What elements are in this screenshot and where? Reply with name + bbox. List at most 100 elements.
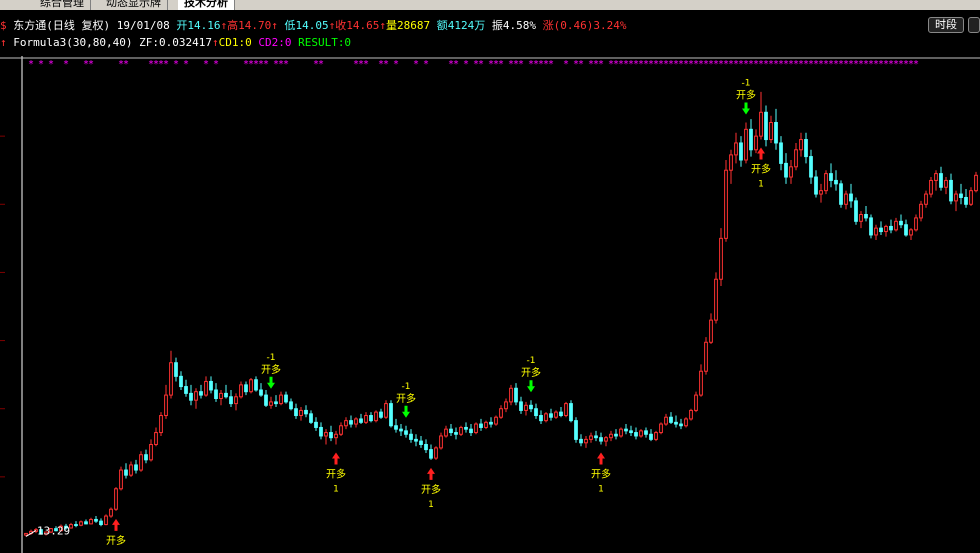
signal-label: 开多 — [521, 366, 541, 379]
candle-body — [439, 435, 443, 449]
candle-body — [944, 179, 948, 188]
signal-marker: * — [28, 59, 34, 70]
candle-body — [209, 380, 213, 391]
signal-label: 开多 — [326, 467, 346, 480]
candle-body — [189, 392, 193, 401]
candle-body — [314, 421, 318, 428]
candle-body — [659, 423, 663, 434]
candle-body — [909, 229, 913, 236]
signal-marker: * — [478, 59, 484, 70]
candle-body — [834, 179, 838, 185]
signal-marker: * — [318, 59, 324, 70]
signal-marker: * — [563, 59, 569, 70]
signal-marker: * — [518, 59, 524, 70]
candlestick-chart: * * * * ** ** **** * * * * ***** *** ** *** ** * * * ** * ** *… — [0, 56, 980, 553]
candle-body — [899, 220, 903, 226]
candle-body — [174, 362, 178, 377]
candle-body — [794, 149, 798, 168]
candle-body — [764, 111, 768, 141]
candle-body — [164, 394, 168, 417]
candle-body — [639, 430, 643, 437]
candle-body — [329, 432, 333, 439]
candle-body — [929, 179, 933, 195]
candle-body — [389, 403, 393, 427]
sell-arrow-icon — [267, 376, 275, 389]
candle-body — [739, 142, 743, 161]
signal-marker: * — [163, 59, 169, 70]
candle-body — [749, 128, 753, 151]
candle-body — [319, 426, 323, 437]
candle-body — [324, 432, 328, 437]
signal-value: -1 — [402, 382, 411, 392]
signal-marker: * — [88, 59, 94, 70]
signal-label: 开多 — [751, 163, 771, 176]
signal-marker: * — [183, 59, 189, 70]
candle-body — [559, 411, 563, 417]
candle-body — [364, 415, 368, 423]
candle-body — [839, 183, 843, 205]
signal-value: 1 — [428, 500, 434, 510]
signal-label: 开多 — [736, 89, 756, 102]
candle-body — [759, 111, 763, 137]
signal-label: 开多 — [421, 483, 441, 496]
candle-body — [709, 319, 713, 343]
candle-body — [924, 193, 928, 205]
candle-body — [859, 214, 863, 222]
candle-body — [554, 411, 558, 418]
candle-body — [264, 394, 268, 406]
candle-body — [419, 440, 423, 445]
candle-body — [489, 421, 493, 425]
candle-body — [524, 404, 528, 411]
signal-value: 1 — [333, 484, 339, 494]
candle-body — [479, 423, 483, 428]
signal-marker: * — [383, 59, 389, 70]
candle-body — [644, 430, 648, 435]
candle-body — [674, 421, 678, 425]
signal-value: -1 — [742, 79, 751, 89]
candle-body — [74, 524, 78, 527]
candle-body — [119, 469, 123, 490]
candle-body — [214, 389, 218, 399]
candle-body — [569, 403, 573, 422]
candle-body — [574, 420, 578, 440]
candle-body — [594, 435, 598, 439]
candle-body — [259, 389, 263, 396]
candle-body — [969, 190, 973, 205]
candle-body — [864, 214, 868, 219]
candle-body — [239, 384, 243, 398]
candle-body — [609, 433, 613, 439]
buy-arrow-icon — [332, 452, 340, 465]
candle-body — [824, 173, 828, 192]
candle-body — [444, 428, 448, 437]
candle-body — [414, 438, 418, 442]
candle-body — [474, 423, 478, 434]
signal-marker: * — [498, 59, 504, 70]
candle-body — [634, 432, 638, 437]
candle-body — [184, 386, 188, 394]
signal-marker: * — [213, 59, 219, 70]
candle-body — [159, 415, 163, 434]
candle-body — [204, 380, 208, 396]
candle-body — [284, 394, 288, 403]
candle-body — [744, 128, 748, 161]
candle-body — [799, 139, 803, 151]
buy-arrow-icon — [757, 147, 765, 160]
candle-body — [454, 432, 458, 435]
signal-marker: * — [203, 59, 209, 70]
candle-body — [849, 193, 853, 202]
candle-body — [369, 415, 373, 422]
signal-value: -1 — [267, 353, 276, 363]
candle-body — [509, 387, 513, 403]
candle-body — [134, 464, 138, 471]
signal-label: 开多 — [396, 392, 416, 405]
candle-body — [529, 404, 533, 410]
candle-body — [754, 135, 758, 151]
candle-body — [109, 508, 113, 517]
candle-body — [379, 411, 383, 418]
candle-body — [669, 416, 673, 423]
candle-body — [894, 220, 898, 231]
candle-body — [504, 401, 508, 410]
candle-body — [774, 122, 778, 144]
candle-body — [934, 173, 938, 181]
candle-body — [949, 179, 953, 202]
